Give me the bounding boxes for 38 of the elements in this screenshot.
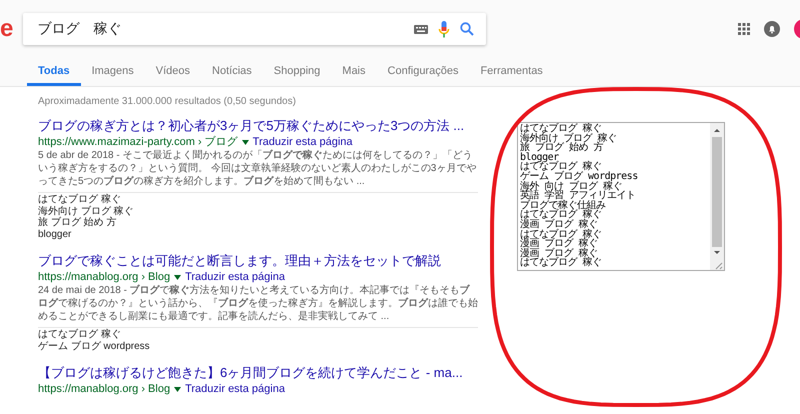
search-field[interactable]: ブログ 稼ぐ (35, 20, 404, 38)
related-search-text: はてなブログ 稼ぐ (38, 194, 122, 206)
caret-icon[interactable] (242, 140, 249, 144)
result-snippet: 24 de mai de 2018 - ブログで稼ぐ方法を知りたいと考えている方向け。本記事では『そもそもブログで稼げるのか？』という話から、『ブログを使った稼ぎ方』を解説します。ブログは誰でも始めることができるし副業にも最適です。記事を読んだら、是非実戦してみて ... (38, 284, 478, 323)
related-search-text: 旅 ブログ 始め 方 (38, 217, 116, 228)
caret-icon[interactable] (174, 386, 182, 392)
notification-bell-icon[interactable] (764, 21, 780, 37)
logo-text[interactable]: e (0, 17, 14, 41)
search-tab[interactable]: Notícias (201, 58, 263, 86)
text-area[interactable]: はてなブログ 稼ぐ 海外向け ブログ 稼ぐ 旅 ブログ 始め 方 blogger はてなブログ 稼ぐ ゲーム ブログ wordpress 海外 向け ブログ 稼ぐ 英語 学習 アフィリエイト ブログで稼ぐ仕組み はてなブログ 稼ぐ 漫画 ブログ 稼ぐ はてなブログ 稼ぐ 漫画 ブログ 稼ぐ 漫画 ブログ 稼ぐ はてなブログ 稼ぐ (517, 122, 725, 271)
search-icon[interactable] (460, 22, 474, 36)
translate-link[interactable]: Traduzir esta página (185, 270, 285, 284)
result-url: https://www.mazimazi-party.com › ブログ (38, 135, 238, 149)
related-search-text: ゲーム ブログ wordpress (38, 340, 151, 352)
related-search-text: blogger (38, 228, 72, 240)
result-stats: Aproximadamente 31.000.000 resultados (0,50 segundos) (38, 96, 297, 107)
result-url: https://manablog.org › Blog (38, 270, 170, 284)
search-tab[interactable]: Ferramentas (469, 58, 554, 86)
related-search-text: はてなブログ 稼ぐ (38, 329, 122, 340)
translate-link[interactable]: Traduzir esta página (252, 135, 353, 149)
caret-icon[interactable] (174, 274, 182, 280)
search-tab[interactable]: Vídeos (144, 58, 202, 86)
result-title-link[interactable]: ブログの稼ぎ方とは？初心者が3ヶ月で5万稼ぐためにやった3つの方法 ... (38, 117, 464, 135)
keyboard-icon[interactable] (414, 24, 428, 34)
apps-grid-icon[interactable] (738, 23, 750, 35)
search-tab[interactable]: Shopping (262, 58, 332, 86)
related-search-text: 海外向け ブログ 稼ぐ (38, 206, 135, 216)
result-title-link[interactable]: ブログで稼ぐことは可能だと断言します。理由＋方法をセットで解説 (38, 252, 441, 270)
search-tab[interactable]: Mais (331, 58, 377, 86)
translate-link[interactable]: Traduzir esta página (185, 382, 285, 396)
result-snippet: 5 de abr de 2018 - そこで最近よく聞かれるのが「ブログで稼ぐためには何をしてるの？」「どういう稼ぎ方をするの？」という質問。 今回は文章執筆経験のないど素人のわたしがこの3ヶ月でやってきた5つのブログの稼ぎ方を紹介します。ブログを始めて間もない ... (38, 149, 478, 188)
search-tab[interactable]: Todas (27, 58, 81, 86)
result-url: https://manablog.org › Blog (38, 382, 170, 396)
search-tab[interactable]: Imagens (80, 58, 145, 86)
search-bar[interactable]: ブログ 稼ぐ (23, 13, 486, 45)
result-title-link[interactable]: 【ブログは稼げるけど飽きた】6ヶ月間ブログを続けて学んだこと - ma... (38, 364, 463, 382)
microphone-icon[interactable] (438, 20, 450, 38)
search-tab[interactable]: Configurações (376, 58, 470, 86)
